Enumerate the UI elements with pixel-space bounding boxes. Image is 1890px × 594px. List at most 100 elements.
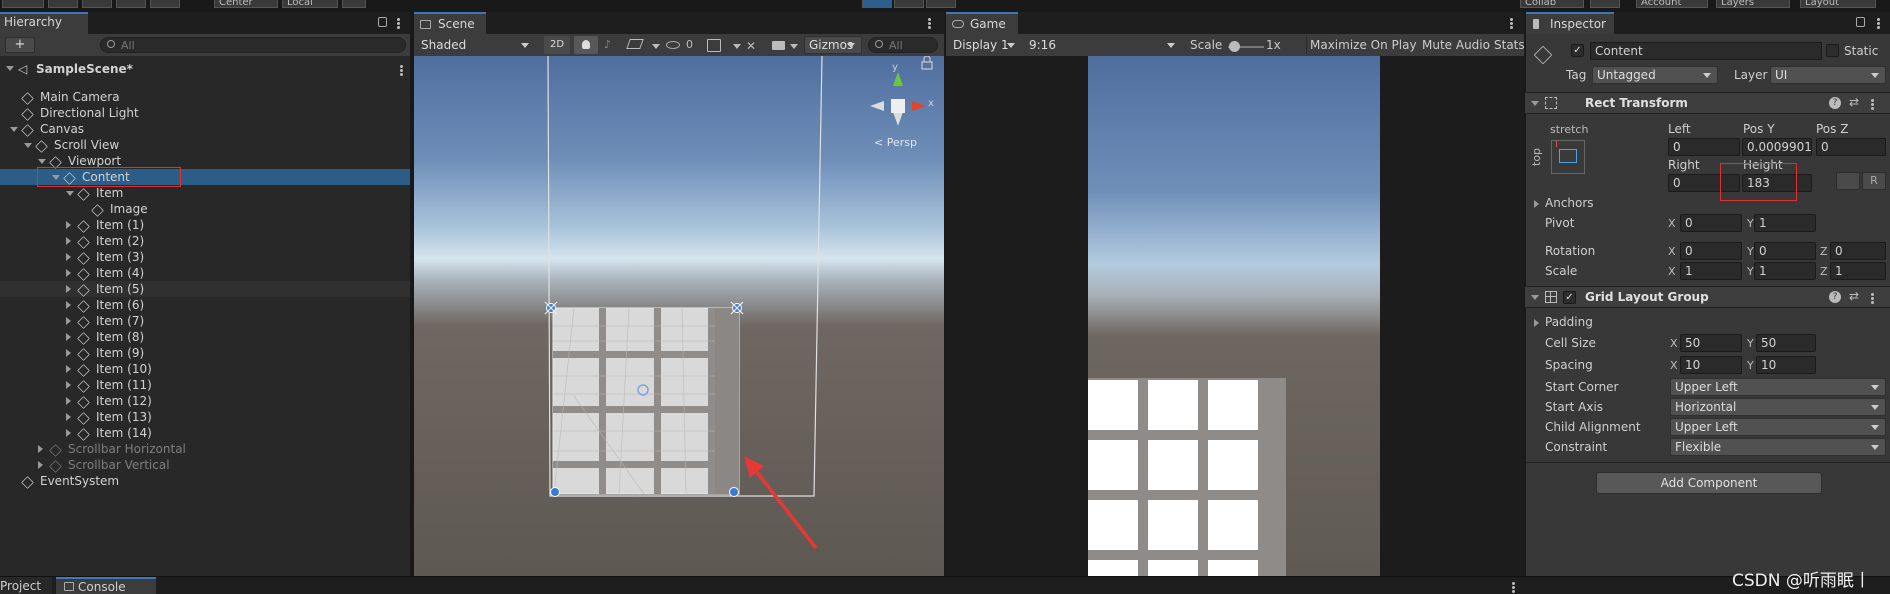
hierarchy-search-input[interactable]: All <box>100 37 406 53</box>
rotation-y-field[interactable]: 0 <box>1754 242 1816 260</box>
tab-inspector[interactable]: Inspector <box>1526 12 1614 34</box>
hierarchy-item[interactable]: Item (14) <box>0 425 410 441</box>
inspector-more-icon[interactable] <box>1877 22 1880 25</box>
transform-tool-button[interactable] <box>150 0 180 8</box>
anchors-foldout-icon[interactable] <box>1534 200 1539 208</box>
hierarchy-item[interactable]: Item (4) <box>0 265 410 281</box>
rotation-x-field[interactable]: 0 <box>1680 242 1742 260</box>
snap-button[interactable] <box>342 0 366 8</box>
grid-enabled-checkbox[interactable]: ✓ <box>1563 291 1576 304</box>
scene-more-menu-icon[interactable] <box>928 22 931 25</box>
scene-root-row[interactable]: ◁ SampleScene* <box>0 61 410 77</box>
foldout-icon[interactable] <box>66 285 71 293</box>
foldout-icon[interactable] <box>66 381 71 389</box>
hierarchy-item[interactable]: Scrollbar Vertical <box>0 457 410 473</box>
scene-menu-icon[interactable] <box>400 69 403 72</box>
pivot-center-button[interactable]: Center <box>214 0 278 8</box>
tab-console[interactable]: Console <box>56 577 156 594</box>
anchors-label[interactable]: Anchors <box>1545 196 1594 210</box>
pos-z-field[interactable]: 0 <box>1816 138 1886 156</box>
foldout-icon[interactable] <box>66 317 71 325</box>
account-dropdown[interactable]: Account <box>1636 0 1708 8</box>
hidden-objects-toggle[interactable]: 0 <box>664 36 702 54</box>
help-icon[interactable]: ? <box>1829 97 1841 109</box>
cell-size-x-field[interactable]: 50 <box>1680 334 1742 352</box>
camera-dropdown-icon[interactable] <box>790 44 798 49</box>
create-button[interactable]: + <box>5 37 35 53</box>
rotation-z-field[interactable]: 0 <box>1830 242 1886 260</box>
foldout-icon[interactable] <box>38 159 46 164</box>
move-tool-button[interactable] <box>2 0 44 8</box>
hierarchy-item[interactable]: Item (9) <box>0 345 410 361</box>
component-menu-icon[interactable] <box>1871 103 1874 106</box>
camera-icon[interactable] <box>772 41 785 50</box>
tag-dropdown[interactable]: Untagged <box>1592 66 1718 84</box>
raw-edit-button[interactable]: R <box>1862 172 1886 190</box>
layer-dropdown[interactable]: UI <box>1770 66 1886 84</box>
layers-dropdown[interactable]: Layers <box>1716 0 1790 8</box>
foldout-icon[interactable] <box>66 333 71 341</box>
scene-foldout-icon[interactable] <box>6 66 14 71</box>
tab-project[interactable]: Project <box>0 577 52 594</box>
hierarchy-item[interactable]: Item (1) <box>0 217 410 233</box>
foldout-icon[interactable] <box>66 253 71 261</box>
pause-button[interactable] <box>894 0 924 8</box>
display-dropdown[interactable]: Display 1 <box>948 36 1022 54</box>
hierarchy-item[interactable]: Item (10) <box>0 361 410 377</box>
aspect-dropdown[interactable]: 9:16 <box>1024 36 1182 54</box>
tools-icon[interactable]: ✕ <box>746 39 760 53</box>
cell-size-y-field[interactable]: 50 <box>1756 334 1816 352</box>
constraint-dropdown[interactable]: Flexible <box>1670 438 1886 456</box>
hierarchy-item[interactable]: EventSystem <box>0 473 410 489</box>
grid-toggle-icon[interactable] <box>707 39 721 52</box>
foldout-icon[interactable] <box>66 269 71 277</box>
hierarchy-item[interactable]: Directional Light <box>0 105 410 121</box>
start-corner-dropdown[interactable]: Upper Left <box>1670 378 1886 396</box>
foldout-icon[interactable] <box>66 429 71 437</box>
foldout-icon[interactable] <box>38 445 43 453</box>
hierarchy-item[interactable]: Item (6) <box>0 297 410 313</box>
cloud-button[interactable] <box>1590 0 1620 8</box>
projection-toggle[interactable]: < Persp <box>874 136 917 149</box>
grid-menu-icon[interactable] <box>1871 297 1874 300</box>
scene-viewport[interactable]: y x < Persp <box>414 56 944 576</box>
hierarchy-item[interactable]: Item (12) <box>0 393 410 409</box>
grid-presets-icon[interactable]: ⇄ <box>1849 289 1859 303</box>
anchor-presets-button[interactable] <box>1551 140 1585 174</box>
active-checkbox[interactable]: ✓ <box>1571 44 1584 57</box>
hierarchy-item[interactable]: Item (8) <box>0 329 410 345</box>
padding-foldout-icon[interactable] <box>1534 319 1539 327</box>
tab-scene[interactable]: Scene <box>414 12 486 34</box>
static-checkbox[interactable] <box>1826 44 1839 57</box>
hierarchy-item[interactable]: Canvas <box>0 121 410 137</box>
hierarchy-item[interactable]: Item (5) <box>0 281 410 297</box>
foldout-icon[interactable] <box>66 365 71 373</box>
hierarchy-item[interactable]: Item (2) <box>0 233 410 249</box>
padding-label[interactable]: Padding <box>1545 315 1593 329</box>
maximize-on-play-toggle[interactable]: Maximize On Play <box>1310 38 1417 52</box>
scale-x-field[interactable]: 1 <box>1680 262 1742 280</box>
play-button[interactable] <box>862 0 892 8</box>
foldout-arrow-icon[interactable] <box>1531 101 1539 106</box>
lighting-toggle[interactable] <box>574 36 598 54</box>
shading-mode-dropdown[interactable]: Shaded <box>416 36 536 54</box>
game-viewport[interactable] <box>1088 56 1380 576</box>
foldout-icon[interactable] <box>66 349 71 357</box>
object-name-field[interactable]: Content <box>1590 42 1822 60</box>
bottom-more-icon[interactable] <box>1512 586 1515 589</box>
start-axis-dropdown[interactable]: Horizontal <box>1670 398 1886 416</box>
foldout-icon[interactable] <box>24 143 32 148</box>
hierarchy-item[interactable]: Main Camera <box>0 89 410 105</box>
blueprint-mode-button[interactable] <box>1836 172 1860 190</box>
game-more-menu-icon[interactable] <box>1510 22 1513 25</box>
add-component-button[interactable]: Add Component <box>1596 472 1822 494</box>
foldout-icon[interactable] <box>10 127 18 132</box>
rect-transform-header[interactable]: Rect Transform ? ⇄ <box>1525 92 1890 114</box>
spacing-x-field[interactable]: 10 <box>1680 356 1742 374</box>
mute-audio-toggle[interactable]: Mute Audio <box>1422 38 1490 52</box>
gizmos-dropdown[interactable]: Gizmos <box>804 36 862 54</box>
foldout-icon[interactable] <box>66 397 71 405</box>
inspector-lock-icon[interactable] <box>1856 17 1865 27</box>
lock-icon[interactable] <box>378 17 387 27</box>
2d-toggle-button[interactable]: 2D <box>544 36 570 54</box>
